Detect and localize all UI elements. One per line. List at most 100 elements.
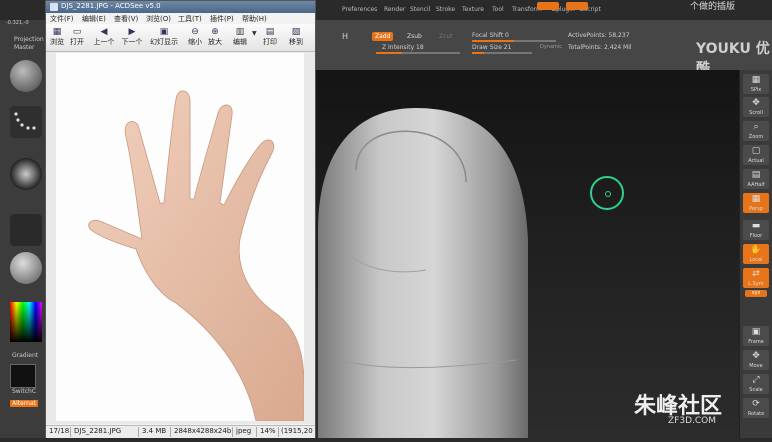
zbrush-right-shelf: ▦ SPix ✥ Scroll ⌕ Zoom ▢ Actual ▤ AAHalf ▦ Per… [739, 70, 772, 438]
zsub-button[interactable]: Zsub [404, 32, 425, 41]
open-button[interactable]: ▭ 打开 [68, 27, 86, 47]
hand-photo-image [88, 90, 304, 421]
color-picker[interactable] [10, 302, 42, 342]
shelf-scroll-button[interactable]: ✥ Scroll [743, 97, 769, 117]
material-thumbnail[interactable] [10, 252, 42, 284]
menu-plugins[interactable]: 插件(P) [210, 14, 234, 24]
shelf-spix-button[interactable]: ▦ SPix [743, 74, 769, 94]
menu-render[interactable]: Render [384, 6, 405, 13]
image-format: jpeg [236, 427, 252, 435]
move-to-button[interactable]: ▧ 移到 [286, 27, 306, 47]
browse-icon: ▦ [52, 27, 62, 37]
alternate-button[interactable]: Alternat [10, 400, 39, 407]
image-viewer-window: DJS_2281.JPG - ACDSee v5.0 文件(F) 编辑(E) 查… [45, 0, 316, 438]
menu-edit[interactable]: 编辑(E) [82, 14, 106, 24]
aahalf-icon: ▤ [751, 170, 761, 180]
draw-size-track[interactable] [472, 52, 532, 54]
master-label[interactable]: Master [14, 44, 35, 51]
next-icon: ▶ [128, 27, 136, 37]
zoom-in-icon: ⊕ [211, 27, 219, 37]
menu-tool[interactable]: Tool [492, 6, 504, 13]
viewer-toolbar: ▦ 浏览 ▭ 打开 ◀ 上一个 ▶ 下一个 ▣ 幻灯显示 ⊖ 缩小 ⊕ 放大 ▥ 编辑 ▼ ▤ 打… [46, 24, 315, 52]
shelf-lsym-button[interactable]: ⇄ L.Sym [743, 268, 769, 288]
texture-thumbnail[interactable] [10, 214, 42, 246]
alpha-thumbnail[interactable] [10, 158, 42, 190]
shelf-persp-button[interactable]: ▦ Persp [743, 193, 769, 213]
zcut-button[interactable]: Zcut [436, 32, 456, 41]
menu-view[interactable]: 查看(V) [114, 14, 138, 24]
projection-label[interactable]: Projection [14, 36, 44, 43]
shelf-local-button[interactable]: ✋ Local [743, 244, 769, 264]
zoom-icon: ⌕ [753, 122, 759, 132]
browse-button[interactable]: ▦ 浏览 [48, 27, 66, 47]
top-right-text: 个做的插版 [690, 2, 736, 12]
z-intensity-slider[interactable]: Z Intensity 18 [382, 44, 424, 51]
open-icon: ▭ [72, 27, 82, 37]
quicksave-button-2[interactable] [566, 2, 588, 10]
menu-browse[interactable]: 浏览(O) [146, 14, 171, 24]
shelf-scale-button[interactable]: ⤢ Scale [743, 374, 769, 394]
switch-color-label[interactable]: SwitchC [12, 388, 36, 395]
cursor-coords: (1915,20 [281, 427, 313, 435]
focal-shift-track[interactable] [472, 40, 556, 42]
brush-cursor [590, 176, 624, 210]
viewer-title-bar[interactable]: DJS_2281.JPG - ACDSee v5.0 [46, 1, 315, 13]
main-color-swatch[interactable] [10, 364, 36, 388]
slideshow-icon: ▣ [159, 27, 169, 37]
dynamic-toggle[interactable]: Dynamic [540, 44, 562, 50]
app-icon [50, 3, 58, 11]
spix-icon: ▦ [751, 75, 761, 85]
file-name: DJS_2281.JPG [74, 427, 122, 435]
coord-readout: -0.321,-0 [6, 20, 29, 26]
shelf-aahalf-button[interactable]: ▤ AAHalf [743, 169, 769, 189]
shelf-zoom-button[interactable]: ⌕ Zoom [743, 121, 769, 141]
scale-icon: ⤢ [752, 375, 760, 385]
menu-texture[interactable]: Texture [462, 6, 484, 13]
zoom-in-button[interactable]: ⊕ 放大 [206, 27, 224, 47]
previous-button[interactable]: ◀ 上一个 [92, 27, 116, 47]
z-intensity-track[interactable] [376, 52, 460, 54]
xyz-button[interactable]: xyz [745, 290, 767, 297]
stroke-thumbnail[interactable] [10, 106, 42, 138]
viewer-title: DJS_2281.JPG - ACDSee v5.0 [61, 2, 161, 10]
move-icon: ✥ [752, 351, 760, 361]
shelf-floor-button[interactable]: ▬ Floor [743, 220, 769, 240]
shelf-rotate-button[interactable]: ⟳ Rotate [743, 398, 769, 418]
shelf-move-button[interactable]: ✥ Move [743, 350, 769, 370]
zoom-out-button[interactable]: ⊖ 缩小 [186, 27, 204, 47]
local-icon: ✋ [750, 245, 762, 255]
dots-stroke-icon [14, 112, 36, 130]
rotate-icon: ⟳ [752, 399, 760, 409]
zbrush-viewport[interactable]: 朱峰社区 ZF3D.COM [316, 70, 739, 438]
draw-size-slider[interactable]: Draw Size 21 [472, 44, 511, 51]
scroll-icon: ✥ [752, 98, 760, 108]
print-button[interactable]: ▤ 打印 [260, 27, 280, 47]
quicksave-button[interactable] [537, 2, 559, 10]
lsym-icon: ⇄ [752, 269, 760, 279]
edit-icon: ▥ [235, 27, 245, 37]
shelf-frame-button[interactable]: ▣ Frame [743, 326, 769, 346]
menu-tools[interactable]: 工具(T) [178, 14, 202, 24]
focal-shift-slider[interactable]: Focal Shift 0 [472, 32, 509, 39]
image-dimensions: 2848x4288x24b [174, 427, 232, 435]
print-icon: ▤ [265, 27, 275, 37]
gradient-label[interactable]: Gradient [12, 352, 38, 359]
menu-stroke[interactable]: Stroke [436, 6, 455, 13]
shelf-actual-button[interactable]: ▢ Actual [743, 145, 769, 165]
next-button[interactable]: ▶ 下一个 [120, 27, 144, 47]
active-points: ActivePoints: 58,237 [568, 32, 630, 39]
brush-thumbnail[interactable] [10, 60, 42, 92]
site-url: ZF3D.COM [668, 416, 716, 426]
menu-preferences[interactable]: Preferences [342, 6, 377, 13]
persp-icon: ▦ [751, 194, 761, 204]
zbrush-left-tray: -0.321,-0 Projection Master Gradient Swi… [0, 20, 46, 438]
menu-stencil[interactable]: Stencil [410, 6, 430, 13]
menu-help[interactable]: 帮助(H) [242, 14, 267, 24]
image-index: 17/18 [49, 427, 70, 435]
edit-dropdown-icon[interactable]: ▼ [252, 30, 257, 37]
zbrush-top-shelf: H Zadd Zsub Zcut Z Intensity 18 Focal Sh… [316, 20, 772, 77]
zadd-button[interactable]: Zadd [372, 32, 394, 41]
slideshow-button[interactable]: ▣ 幻灯显示 [148, 27, 180, 47]
edit-button[interactable]: ▥ 编辑 [230, 27, 250, 47]
menu-file[interactable]: 文件(F) [50, 14, 74, 24]
